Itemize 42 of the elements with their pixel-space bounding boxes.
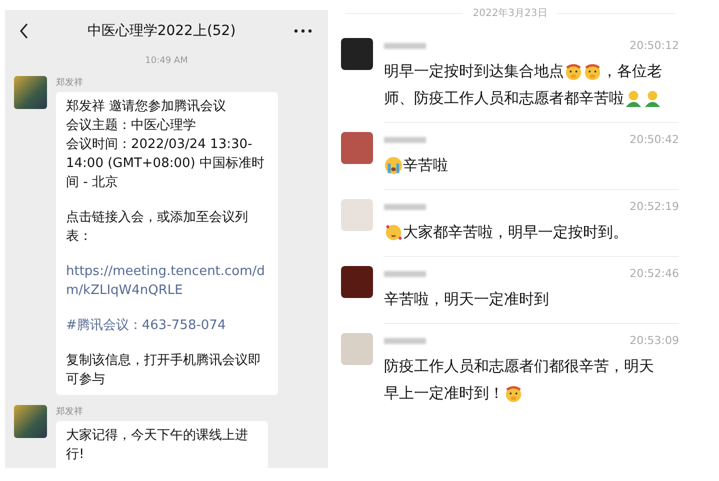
- blurred-name: [384, 136, 426, 142]
- message-link[interactable]: https://meeting.tencent.com/dm/kZLIqW4nQRLE: [66, 262, 270, 300]
- message-text: 大家记得，今天下午的课线上进行!: [66, 427, 249, 464]
- message-link[interactable]: #腾讯会议：463-758-074: [66, 316, 226, 335]
- message-text: 早上一定准时到！: [384, 383, 504, 404]
- message-text: 郑发祥 邀请您参加腾讯会议: [66, 98, 226, 116]
- timestamp: 10:49 AM: [144, 56, 189, 66]
- more-icon[interactable]: [294, 29, 312, 33]
- message-text: 点击链接入会，或添加至会议列表：: [66, 209, 249, 246]
- sender-name: 郑发祥: [56, 406, 83, 418]
- message-time: 20:50:12: [630, 39, 679, 52]
- message-text: 辛苦啦，明天一定准时到: [384, 289, 549, 310]
- message-time: 20:52:19: [630, 200, 679, 213]
- back-icon[interactable]: [19, 23, 29, 39]
- message-time: 20:52:46: [630, 267, 679, 280]
- message-text: 会议主题：中医心理学: [66, 117, 196, 135]
- message-text: 防疫工作人员和志愿者们都很辛苦，明天: [384, 356, 654, 377]
- figure-emoji-icon: [624, 89, 643, 108]
- message-text: 大家都辛苦啦，明早一定按时到。: [403, 222, 628, 243]
- avatar[interactable]: [14, 76, 47, 109]
- message-text: 复制该信息，打开手机腾讯会议即可参与: [66, 352, 262, 389]
- message-text: 会议时间：2022/03/24 13:30-14:00 (GMT+08:00) 中国标准时间 - 北京: [66, 136, 266, 192]
- message-text: ，各位老: [602, 61, 662, 82]
- blurred-name: [384, 204, 426, 210]
- emoji-icon: [564, 62, 583, 81]
- chat-title: 中医心理学2022上(52): [87, 22, 236, 40]
- message-time: 20:53:09: [630, 334, 679, 347]
- sender-name: 郑发祥: [56, 76, 83, 89]
- message-text: 辛苦啦: [403, 155, 448, 176]
- emoji-icon: [504, 384, 523, 403]
- message-text: 明早一定按时到达集合地点: [384, 61, 564, 82]
- hearts-emoji-icon: [384, 223, 403, 242]
- figure-emoji-icon: [643, 89, 662, 108]
- message-time: 20:50:42: [630, 133, 679, 146]
- blurred-name: [384, 270, 426, 276]
- date-label: 2022年3月23日: [472, 7, 548, 20]
- blurred-name: [384, 42, 426, 48]
- message-text: 师、防疫工作人员和志愿者都辛苦啦: [384, 88, 624, 109]
- blurred-name: [384, 338, 426, 344]
- emoji-icon: [583, 62, 602, 81]
- avatar[interactable]: [14, 405, 47, 438]
- crying-emoji-icon: [384, 156, 403, 175]
